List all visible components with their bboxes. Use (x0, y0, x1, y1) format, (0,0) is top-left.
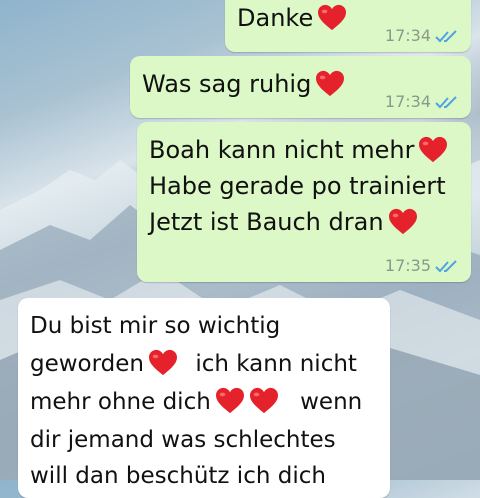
message-time: 17:35 (384, 256, 431, 275)
heart-emoji (149, 349, 178, 376)
message-bubble-incoming[interactable]: Du bist mir so wichtig geworden ich kann… (18, 298, 390, 498)
message-bubble-outgoing[interactable]: Was sag ruhig 17:34 (130, 56, 471, 118)
heart-emoji (388, 208, 417, 235)
message-text: dir jemand was schlechtes (30, 427, 336, 453)
heart-emoji (316, 70, 345, 97)
read-double-check-icon (435, 96, 457, 109)
message-text: wenn (300, 389, 363, 415)
message-bubble-outgoing[interactable]: Boah kann nicht mehr Habe gerade po trai… (137, 122, 471, 282)
heart-emoji (249, 387, 278, 414)
message-text: Jetzt ist Bauch dran (149, 208, 384, 236)
message-text: mehr ohne dich (30, 389, 211, 415)
read-double-check-icon (435, 260, 457, 273)
message-text: Boah kann nicht mehr (149, 136, 415, 164)
heart-emoji (318, 4, 347, 31)
message-text: ich kann nicht (195, 351, 357, 377)
message-meta: 17:34 (385, 26, 459, 46)
message-time: 17:34 (384, 26, 431, 45)
message-bubble-outgoing[interactable]: Danke 17:34 (225, 0, 471, 52)
message-text: geworden (30, 351, 145, 377)
message-text: Danke (237, 4, 314, 32)
message-text: Habe gerade po trainiert (149, 172, 446, 200)
message-meta: 17:34 (385, 92, 459, 112)
read-double-check-icon (435, 30, 457, 43)
message-text: Du bist mir so wichtig (30, 313, 281, 339)
message-time: 17:34 (384, 92, 431, 111)
heart-emoji (215, 387, 244, 414)
message-text: Was sag ruhig (142, 70, 312, 98)
heart-emoji (419, 136, 448, 163)
message-text: will dan beschütz ich dich (30, 463, 326, 489)
message-meta: 17:35 (385, 256, 459, 276)
